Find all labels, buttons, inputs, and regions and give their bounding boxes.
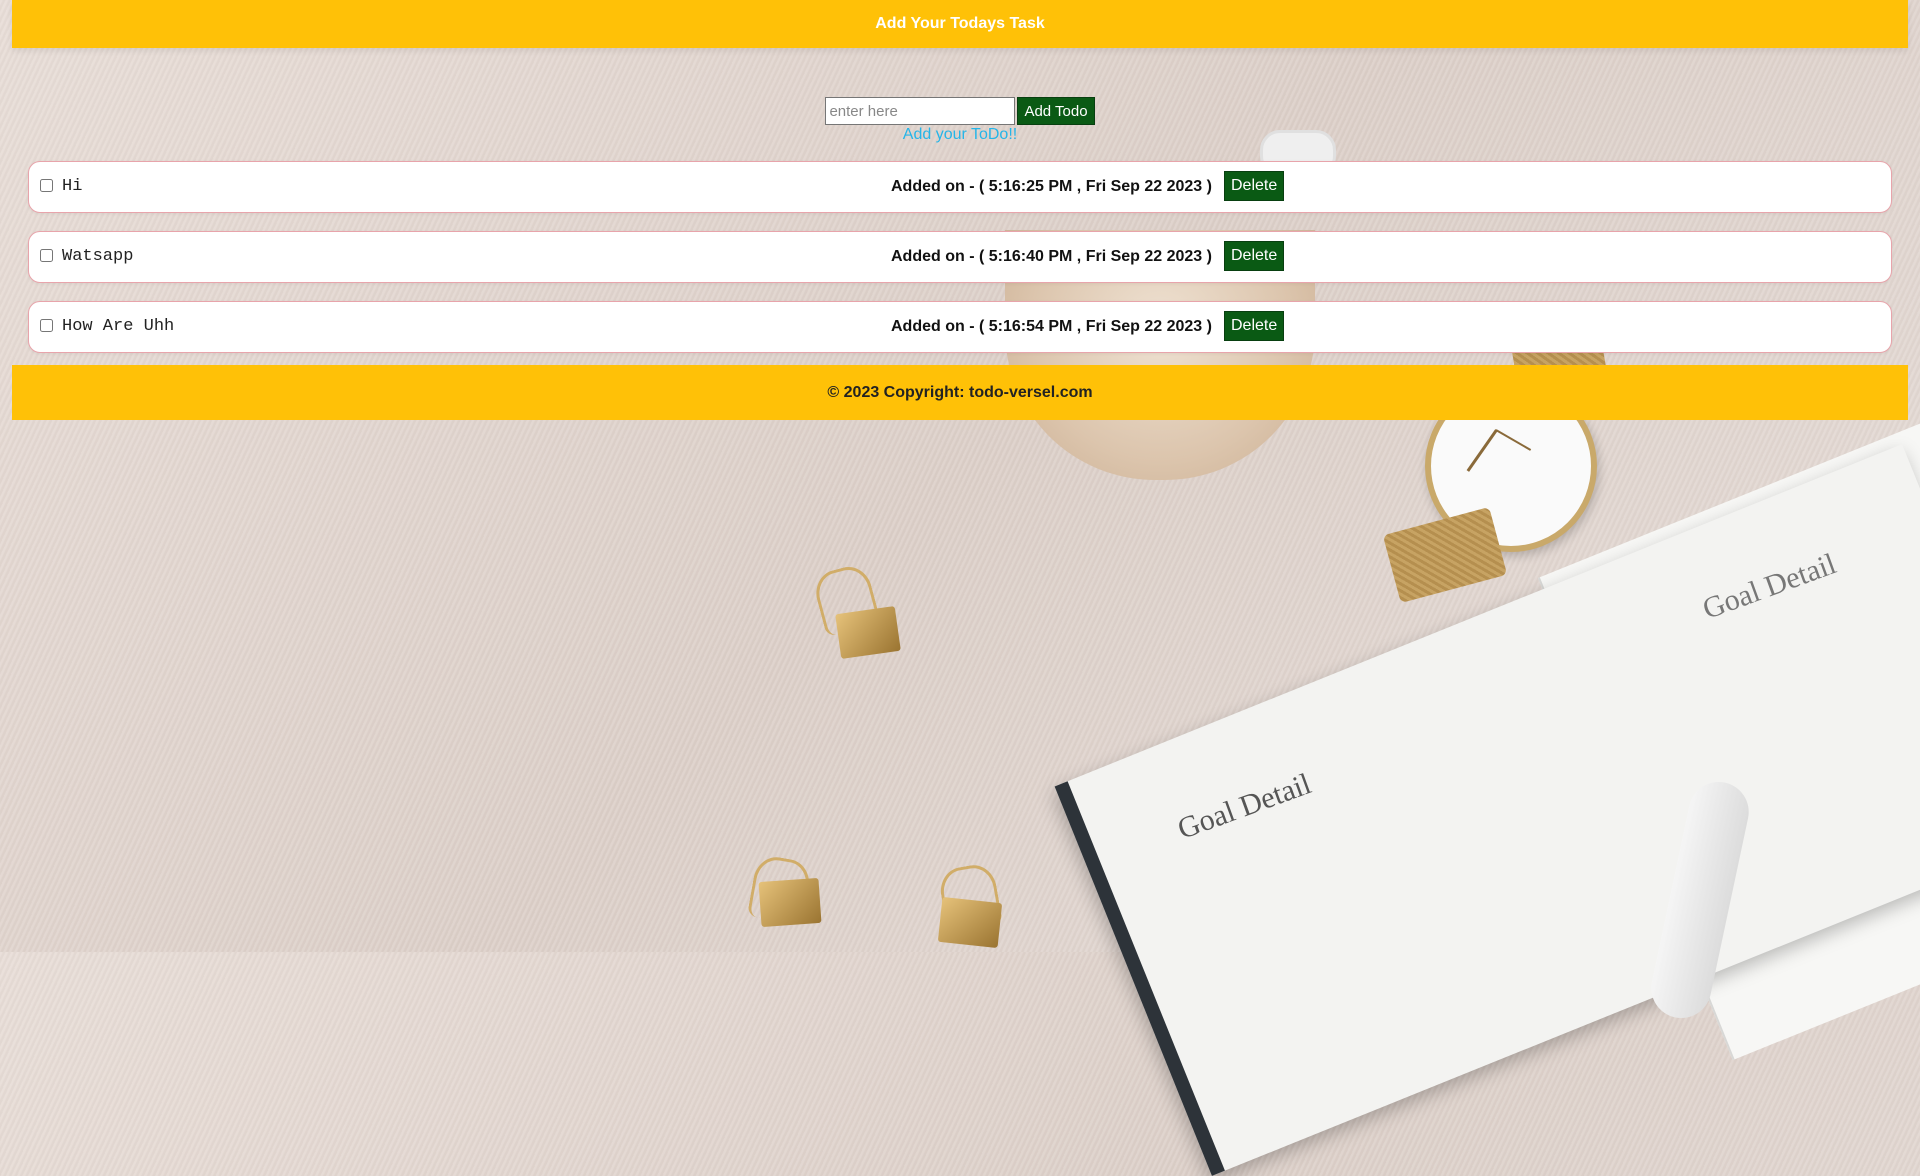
todo-checkbox[interactable]	[40, 319, 53, 332]
todo-added-on: Added on - ( 5:16:25 PM , Fri Sep 22 202…	[891, 178, 1212, 195]
page-title: Add Your Todays Task	[875, 15, 1045, 32]
add-todo-hint: Add your ToDo!!	[902, 126, 1018, 143]
background-notebook	[1054, 444, 1920, 1176]
page-footer: © 2023 Copyright: todo-versel.com	[12, 365, 1908, 420]
add-todo-button[interactable]: Add Todo	[1017, 97, 1095, 125]
todo-item: Hi Added on - ( 5:16:25 PM , Fri Sep 22 …	[28, 161, 1892, 213]
background-notebook-title: Goal Detail	[1173, 767, 1316, 846]
background-pen	[1645, 776, 1755, 1024]
todo-text: Hi	[62, 177, 83, 196]
delete-button[interactable]: Delete	[1224, 171, 1285, 201]
background-binder-clip-wire	[936, 861, 1004, 934]
todo-input[interactable]	[825, 97, 1016, 125]
background-watch-hand	[1466, 429, 1498, 472]
delete-button[interactable]: Delete	[1224, 311, 1285, 341]
todo-form: Add Todo	[0, 97, 1920, 125]
background-binder-clip-wire	[810, 561, 882, 638]
background-binder-clip-wire	[746, 853, 814, 926]
page-header: Add Your Todays Task	[12, 0, 1908, 48]
todo-item: Watsapp Added on - ( 5:16:40 PM , Fri Se…	[28, 231, 1892, 283]
background-binder-clip	[937, 896, 1003, 949]
copyright-text: © 2023 Copyright: todo-versel.com	[827, 383, 1093, 401]
todo-text: How Are Uhh	[62, 317, 175, 336]
background-watch-hand	[1495, 429, 1532, 451]
todo-list: Hi Added on - ( 5:16:25 PM , Fri Sep 22 …	[28, 161, 1892, 371]
todo-added-on: Added on - ( 5:16:54 PM , Fri Sep 22 202…	[891, 318, 1212, 335]
todo-checkbox[interactable]	[40, 179, 53, 192]
todo-text: Watsapp	[62, 247, 134, 266]
todo-checkbox[interactable]	[40, 249, 53, 262]
background-notebook-title: Goal Detail	[1698, 547, 1841, 626]
background-binder-clip	[835, 606, 901, 659]
todo-item: How Are Uhh Added on - ( 5:16:54 PM , Fr…	[28, 301, 1892, 353]
background-binder-clip	[758, 877, 822, 928]
background-watch-strap	[1382, 506, 1508, 604]
delete-button[interactable]: Delete	[1224, 241, 1285, 271]
todo-added-on: Added on - ( 5:16:40 PM , Fri Sep 22 202…	[891, 248, 1212, 265]
background-notebook-page	[1537, 419, 1920, 1061]
